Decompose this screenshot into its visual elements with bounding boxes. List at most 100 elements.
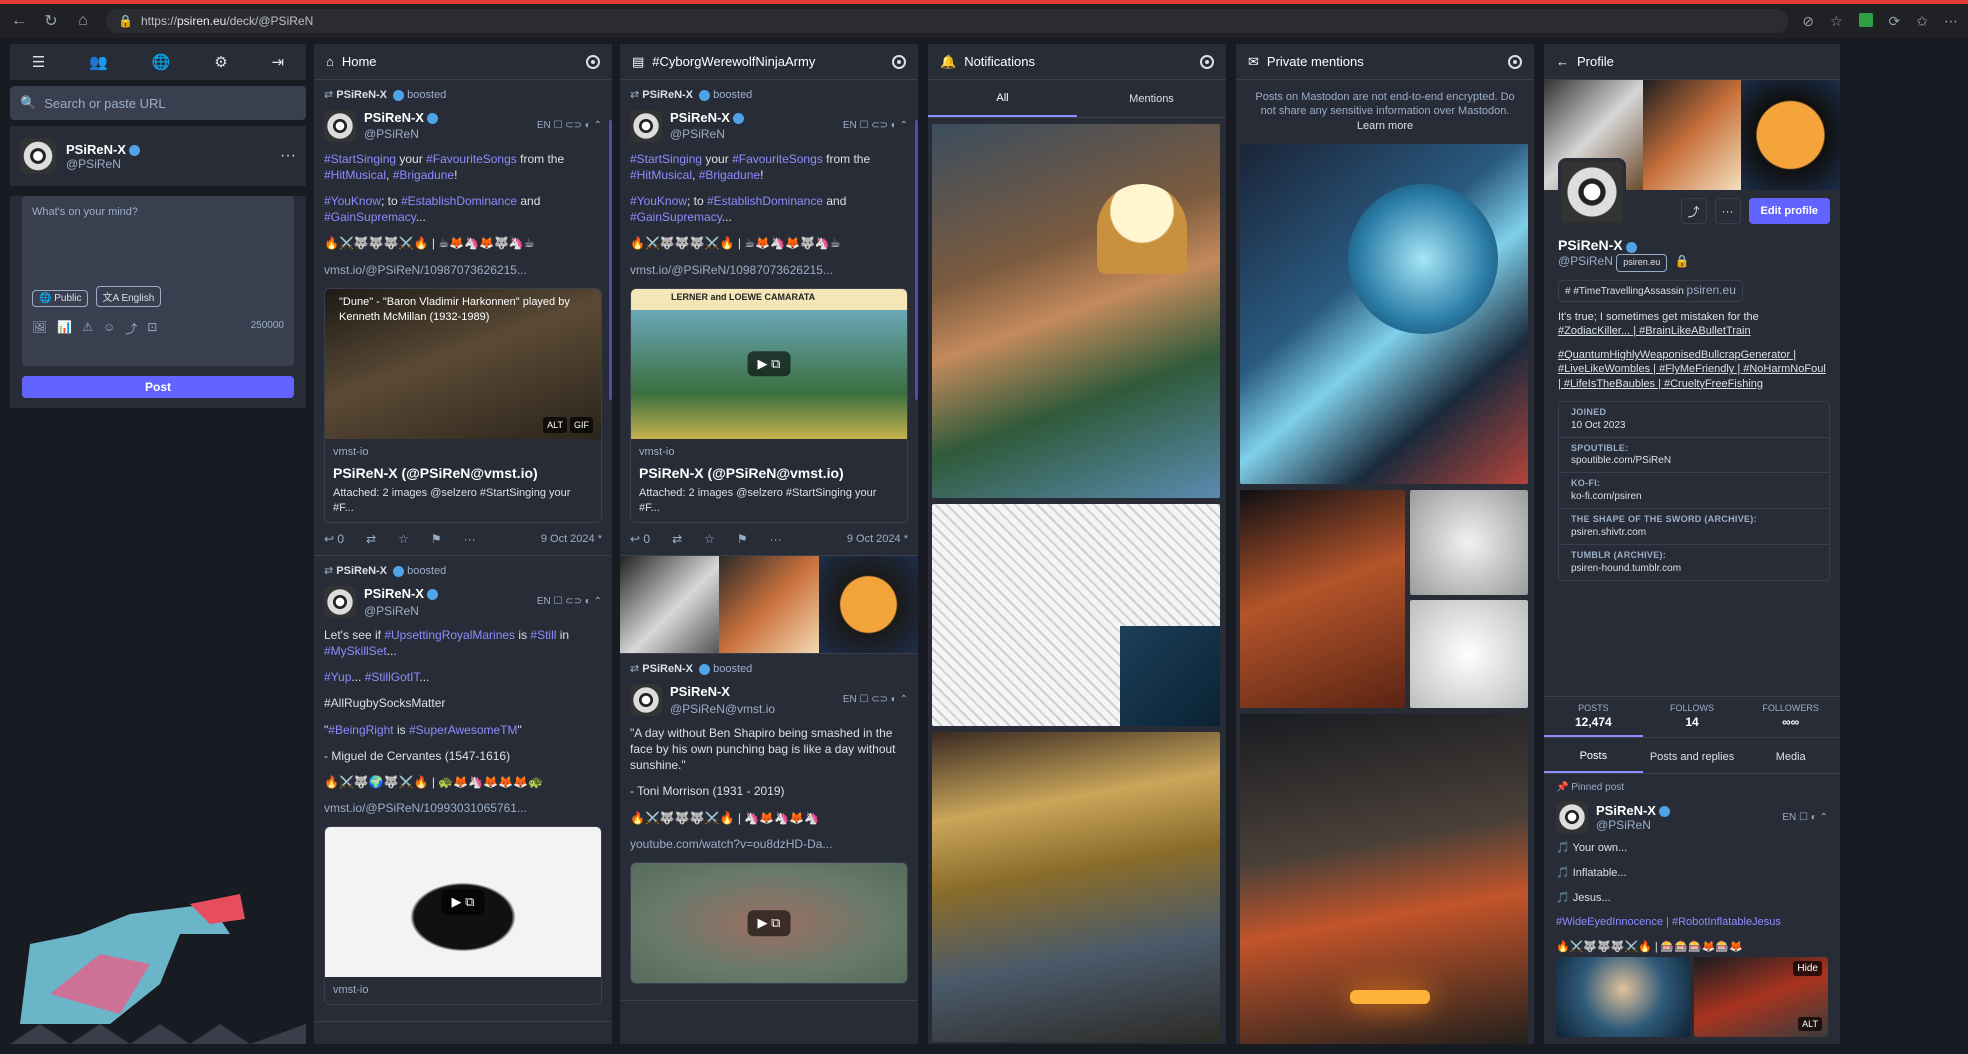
user-menu-button[interactable]: ··· — [280, 147, 296, 165]
people-icon[interactable]: 👥 — [89, 53, 108, 71]
link-card[interactable]: LERNER and LOEWE CAMARATA ▶ ⧉ vmst-io PS… — [630, 287, 908, 524]
card-image[interactable]: "Dune" - "Baron Vladimir Harkonnen" play… — [325, 288, 601, 439]
avatar[interactable] — [630, 109, 662, 142]
globe-icon[interactable]: 🌐 — [152, 53, 171, 71]
user-name[interactable]: PSiReN-X — [66, 142, 126, 157]
field-value[interactable]: spoutible.com/PSiReN — [1571, 455, 1671, 466]
hashtag[interactable]: #HitMusical — [324, 168, 386, 182]
field-value[interactable]: psiren-hound.tumblr.com — [1571, 563, 1681, 574]
home-icon[interactable]: ⌂ — [74, 12, 92, 30]
extension-icon[interactable] — [1858, 12, 1873, 27]
boost-banner[interactable] — [620, 556, 918, 655]
poll-icon[interactable]: 📊 — [57, 320, 72, 337]
language-button[interactable]: 文A English — [95, 286, 162, 307]
hashtag[interactable]: #HitMusical — [630, 168, 692, 182]
status-date[interactable]: 9 Oct 2024 * — [847, 532, 908, 547]
more-button[interactable]: ··· — [464, 531, 476, 547]
alt-badge[interactable]: ALT — [1798, 1017, 1822, 1031]
bookmark-button[interactable]: ⚑ — [737, 531, 748, 547]
column-title[interactable]: Notifications — [964, 54, 1192, 69]
column-title[interactable]: Home — [342, 54, 578, 69]
author-name[interactable]: PSiReN-X — [364, 586, 424, 601]
quote-icon[interactable]: ⊡ — [147, 320, 157, 337]
column-title[interactable]: #CyborgWerewolfNinjaArmy — [652, 54, 884, 69]
hashtag[interactable]: #MySkillSet — [324, 644, 387, 658]
video-card[interactable]: ▶ ⧉ — [630, 862, 908, 985]
reply-button[interactable]: ↩ 0 — [630, 531, 650, 547]
profile-avatar[interactable] — [1558, 158, 1626, 226]
hashtag[interactable]: #YouKnow — [630, 194, 687, 208]
visibility-button[interactable]: 🌐 Public — [32, 290, 89, 307]
hashtag[interactable]: #YouKnow — [324, 194, 381, 208]
origami-wolf-head-image[interactable] — [1410, 490, 1528, 595]
boost-button[interactable]: ⇄ — [672, 531, 682, 547]
status-link[interactable]: vmst.io/@PSiReN/10993031065761... — [324, 800, 602, 816]
column-title[interactable]: Profile — [1577, 54, 1828, 69]
warrior-cupcake-image[interactable] — [932, 124, 1220, 498]
avatar[interactable] — [1556, 801, 1588, 833]
tab-media[interactable]: Media — [1741, 740, 1840, 773]
share-icon[interactable]: ⤴ — [1680, 198, 1707, 224]
compose-textarea[interactable]: What's on your mind? 🌐 Public 文A English… — [22, 196, 294, 366]
origami-wolf-image[interactable] — [1410, 600, 1528, 708]
bookmark-star-icon[interactable]: ☆ — [1830, 13, 1843, 30]
hashtag[interactable]: #AllRugbySocksMatter — [324, 695, 602, 711]
author-name[interactable]: PSiReN-X — [1596, 803, 1656, 818]
jesus-image-1[interactable] — [1556, 957, 1690, 1037]
status-meta[interactable]: EN ☐ ⊂⊃ ◐ ⌃ — [537, 119, 602, 133]
domain-badge[interactable]: psiren.eu — [1616, 254, 1668, 272]
favourite-button[interactable]: ☆ — [398, 531, 409, 547]
tab-posts[interactable]: Posts — [1544, 740, 1643, 773]
warning-icon[interactable]: ⚠ — [82, 320, 93, 337]
video-thumbnail[interactable]: ▶ ⧉ — [325, 827, 601, 978]
hashtag[interactable]: #WideEyedInnocence | #RobotInflatableJes… — [1556, 916, 1828, 928]
followers-count[interactable]: FOLLOWERS ∞∞ — [1741, 697, 1840, 737]
alt-badge[interactable]: ALT — [543, 416, 567, 433]
hashtag[interactable]: #BeingRight — [328, 723, 393, 737]
tab-all[interactable]: All — [928, 80, 1077, 117]
hashtag[interactable]: #UpsettingRoyalMarines — [384, 628, 515, 642]
logout-icon[interactable]: ⇥ — [272, 53, 285, 71]
hashtag[interactable]: #Still — [530, 628, 556, 642]
pinned-media[interactable]: Hide ALT — [1556, 957, 1828, 1037]
featured-tag[interactable]: # #TimeTravellingAssassin psiren.eu — [1558, 279, 1743, 302]
search-input[interactable]: 🔍 Search or paste URL — [10, 86, 306, 120]
back-icon[interactable]: ← — [10, 12, 28, 30]
settings-icon[interactable] — [586, 54, 600, 69]
play-icon[interactable]: ▶ ⧉ — [747, 350, 791, 377]
hashtag[interactable]: #StartSinging — [324, 152, 396, 166]
hashtag[interactable]: #GainSupremacy — [630, 210, 722, 224]
favorites-icon[interactable]: ✩ — [1916, 13, 1928, 30]
hashtag[interactable]: #Brigadune — [393, 168, 454, 182]
avatar[interactable] — [324, 586, 356, 619]
settings-icon[interactable] — [892, 54, 906, 69]
link-card[interactable]: "Dune" - "Baron Vladimir Harkonnen" play… — [324, 287, 602, 524]
status-link[interactable]: vmst.io/@PSiReN/10987073626215... — [630, 262, 908, 278]
favourite-button[interactable]: ☆ — [704, 531, 715, 547]
booster-name[interactable]: PSiReN-X — [642, 89, 693, 101]
emoji-icon[interactable]: ☺ — [103, 320, 115, 337]
hashtag[interactable]: #FavouriteSongs — [426, 152, 517, 166]
video-thumbnail[interactable]: ▶ ⧉ — [631, 863, 907, 984]
hashtag[interactable]: #Yup — [324, 670, 351, 684]
hashtag[interactable]: #FavouriteSongs — [732, 152, 823, 166]
status[interactable]: ⇄ PSiReN-X boosted PSiReN-X @PSiReN EN ☐… — [314, 556, 612, 1023]
pinned-post[interactable]: 📌 Pinned post PSiReN-X @PSiReN EN ☐ ◐ ⌃ … — [1544, 776, 1840, 1043]
media-icon[interactable]: 🖼 — [32, 320, 47, 337]
barbarian-figure-image[interactable] — [932, 732, 1220, 1042]
status-meta[interactable]: EN ☐ ⊂⊃ ◐ ⌃ — [843, 119, 908, 133]
status-link[interactable]: vmst.io/@PSiReN/10987073626215... — [324, 262, 602, 278]
status-link[interactable]: youtube.com/watch?v=ou8dzHD-Da... — [630, 836, 908, 852]
status-date[interactable]: 9 Oct 2024 * — [541, 532, 602, 547]
blacksmith-image[interactable] — [1240, 714, 1528, 1044]
bio-hashtags[interactable]: #ZodiacKiller... | #BrainLikeABulletTrai… — [1558, 325, 1751, 337]
card-image[interactable]: LERNER and LOEWE CAMARATA ▶ ⧉ — [631, 288, 907, 439]
video-card[interactable]: ▶ ⧉ vmst-io — [324, 826, 602, 1006]
hashtag[interactable]: #SuperAwesomeTM — [409, 723, 518, 737]
follows-count[interactable]: FOLLOWS 14 — [1643, 697, 1742, 737]
hashtag[interactable]: #Brigadune — [699, 168, 760, 182]
more-icon[interactable]: ⋯ — [1944, 13, 1958, 30]
tab-posts-and-replies[interactable]: Posts and replies — [1643, 740, 1742, 773]
hashtag[interactable]: #StartSinging — [630, 152, 702, 166]
play-icon[interactable]: ▶ ⧉ — [441, 889, 485, 916]
